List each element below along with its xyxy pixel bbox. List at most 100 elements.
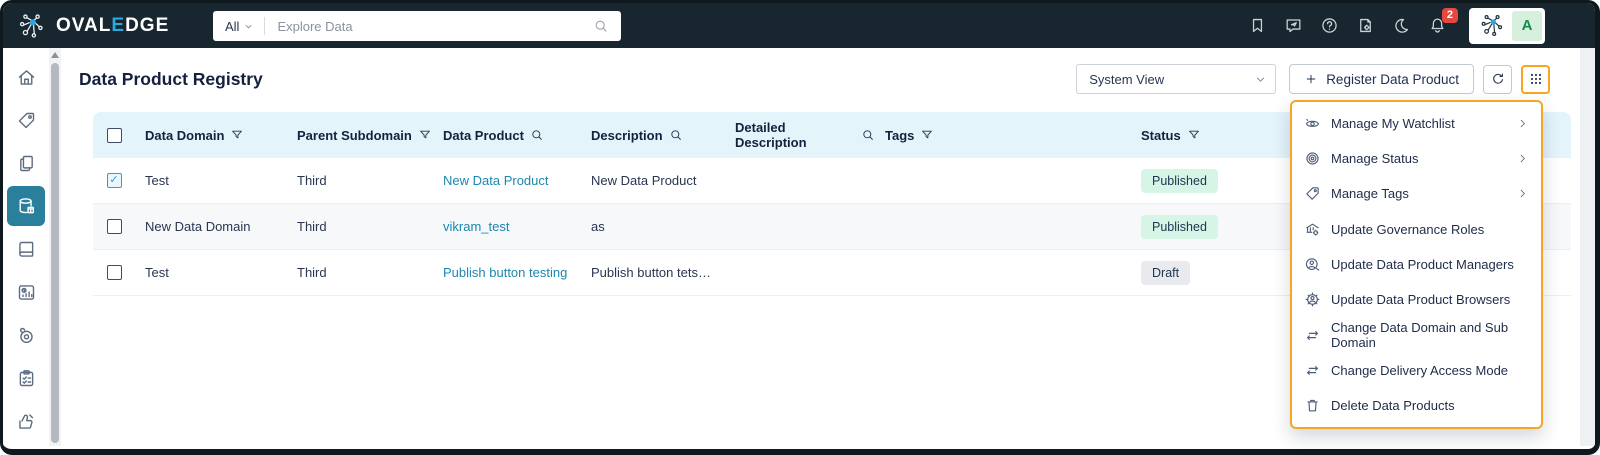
- ovaledge-logo-icon: [17, 11, 47, 41]
- sidebar-item-home[interactable]: [7, 57, 45, 97]
- search-input[interactable]: Explore Data: [265, 19, 593, 34]
- description-cell: as: [581, 219, 725, 234]
- sidebar-item-tags[interactable]: [7, 100, 45, 140]
- page-scrollbar-track[interactable]: [1580, 48, 1595, 446]
- global-search-bar[interactable]: All Explore Data: [213, 11, 621, 41]
- column-header[interactable]: Description: [581, 128, 725, 143]
- parent-subdomain-cell: Third: [287, 173, 433, 188]
- search-icon[interactable]: [669, 128, 683, 142]
- funnel-icon[interactable]: [230, 128, 244, 142]
- feedback-icon: [1284, 16, 1303, 35]
- search-icon[interactable]: [593, 18, 609, 34]
- brand-logo[interactable]: OvalEdge: [17, 11, 169, 41]
- search-scope-dropdown[interactable]: All: [213, 19, 264, 34]
- page-title: Data Product Registry: [79, 69, 263, 90]
- top-navigation-bar: OvalEdge All Explore Data: [3, 3, 1595, 48]
- register-data-product-button[interactable]: Register Data Product: [1289, 64, 1474, 94]
- menu-item-change-delivery[interactable]: Change Delivery Access Mode: [1292, 353, 1541, 387]
- bookmark-icon: [1248, 16, 1267, 35]
- sidebar-item-governance[interactable]: [7, 401, 45, 441]
- select-all-checkbox-cell: [93, 128, 135, 143]
- plus-icon: [1304, 72, 1318, 86]
- bulk-actions-grid-button[interactable]: [1521, 65, 1550, 94]
- status-badge: Published: [1141, 215, 1218, 239]
- feedback-icon[interactable]: [1284, 16, 1303, 35]
- tag-icon: [1304, 185, 1321, 202]
- sidebar-item-observability[interactable]: [7, 315, 45, 355]
- moon-icon: [1392, 16, 1411, 35]
- column-header[interactable]: Parent Subdomain: [287, 128, 433, 143]
- bank-icon: [1304, 221, 1321, 238]
- menu-item-manage-tags[interactable]: Manage Tags: [1292, 177, 1541, 211]
- sidebar-item-projects[interactable]: [7, 358, 45, 398]
- endorse-icon: [16, 411, 37, 432]
- parent-subdomain-cell: Third: [287, 265, 433, 280]
- data-product-link[interactable]: vikram_test: [433, 219, 581, 234]
- db-cube-icon: [16, 196, 37, 217]
- search-icon[interactable]: [861, 128, 875, 142]
- data-product-link[interactable]: New Data Product: [433, 173, 581, 188]
- refresh-icon: [1490, 71, 1506, 87]
- column-header[interactable]: Tags: [875, 128, 1131, 143]
- row-checkbox[interactable]: [107, 265, 122, 280]
- menu-item-update-governance[interactable]: Update Governance Roles: [1292, 212, 1541, 246]
- app-window: OvalEdge All Explore Data: [0, 0, 1600, 455]
- sidebar-scrollbar[interactable]: [49, 48, 61, 446]
- chevron-right-icon: [1516, 117, 1529, 130]
- dark-mode-icon[interactable]: [1392, 16, 1411, 35]
- data-product-link[interactable]: Publish button testing: [433, 265, 581, 280]
- swap-icon: [1304, 362, 1321, 379]
- profile-menu[interactable]: A: [1469, 8, 1545, 44]
- bulk-actions-menu: Manage My Watchlist Manage Status Manage…: [1290, 100, 1543, 429]
- column-header[interactable]: Data Product: [433, 128, 581, 143]
- column-header[interactable]: Detailed Description: [725, 120, 875, 150]
- sidebar-item-data-products[interactable]: [7, 186, 45, 226]
- column-header[interactable]: Data Domain: [135, 128, 287, 143]
- gear-user-icon: [1304, 291, 1321, 308]
- menu-item-manage-watchlist[interactable]: Manage My Watchlist: [1292, 106, 1541, 140]
- sidebar-item-catalog[interactable]: [7, 143, 45, 183]
- brand-wordmark: OvalEdge: [56, 15, 169, 37]
- notifications-icon[interactable]: 2: [1428, 16, 1447, 35]
- home-icon: [16, 67, 37, 88]
- sidebar-item-glossary[interactable]: [7, 229, 45, 269]
- funnel-icon[interactable]: [920, 128, 934, 142]
- parent-subdomain-cell: Third: [287, 219, 433, 234]
- menu-item-update-browsers[interactable]: Update Data Product Browsers: [1292, 283, 1541, 317]
- row-checkbox[interactable]: [107, 173, 122, 188]
- data-domain-cell: Test: [135, 173, 287, 188]
- menu-item-delete-products[interactable]: Delete Data Products: [1292, 389, 1541, 423]
- checklist-icon: [16, 368, 37, 389]
- menu-item-update-managers[interactable]: Update Data Product Managers: [1292, 247, 1541, 281]
- status-badge: Draft: [1141, 261, 1190, 285]
- refresh-button[interactable]: [1483, 65, 1512, 94]
- book-icon: [16, 239, 37, 260]
- docgear-icon: [1356, 16, 1375, 35]
- page-header: Data Product Registry System View Regist…: [61, 48, 1580, 106]
- topbar-icon-list: 2: [1248, 16, 1447, 35]
- bookmark-icon[interactable]: [1248, 16, 1267, 35]
- sidebar-item-reports[interactable]: [7, 272, 45, 312]
- report-icon: [16, 282, 37, 303]
- scrollbar-up-arrow[interactable]: [51, 52, 59, 58]
- menu-item-change-domain[interactable]: Change Data Domain and Sub Domain: [1292, 318, 1541, 352]
- scrollbar-thumb[interactable]: [51, 63, 59, 443]
- row-checkbox[interactable]: [107, 219, 122, 234]
- select-all-checkbox[interactable]: [107, 128, 122, 143]
- swap-icon: [1304, 327, 1321, 344]
- help-icon[interactable]: [1320, 16, 1339, 35]
- left-sidebar: [3, 48, 49, 446]
- grid-dots-icon: [1528, 71, 1544, 87]
- release-notes-icon[interactable]: [1356, 16, 1375, 35]
- avatar[interactable]: A: [1512, 11, 1542, 41]
- view-selector-value: System View: [1089, 72, 1254, 87]
- search-icon[interactable]: [530, 128, 544, 142]
- trash-icon: [1304, 397, 1321, 414]
- funnel-icon[interactable]: [418, 128, 432, 142]
- menu-item-manage-status[interactable]: Manage Status: [1292, 142, 1541, 176]
- funnel-icon[interactable]: [1187, 128, 1201, 142]
- view-selector-dropdown[interactable]: System View: [1076, 64, 1276, 94]
- data-domain-cell: New Data Domain: [135, 219, 287, 234]
- chevron-down-icon: [243, 21, 254, 32]
- topbar-actions: 2 A: [1248, 3, 1545, 48]
